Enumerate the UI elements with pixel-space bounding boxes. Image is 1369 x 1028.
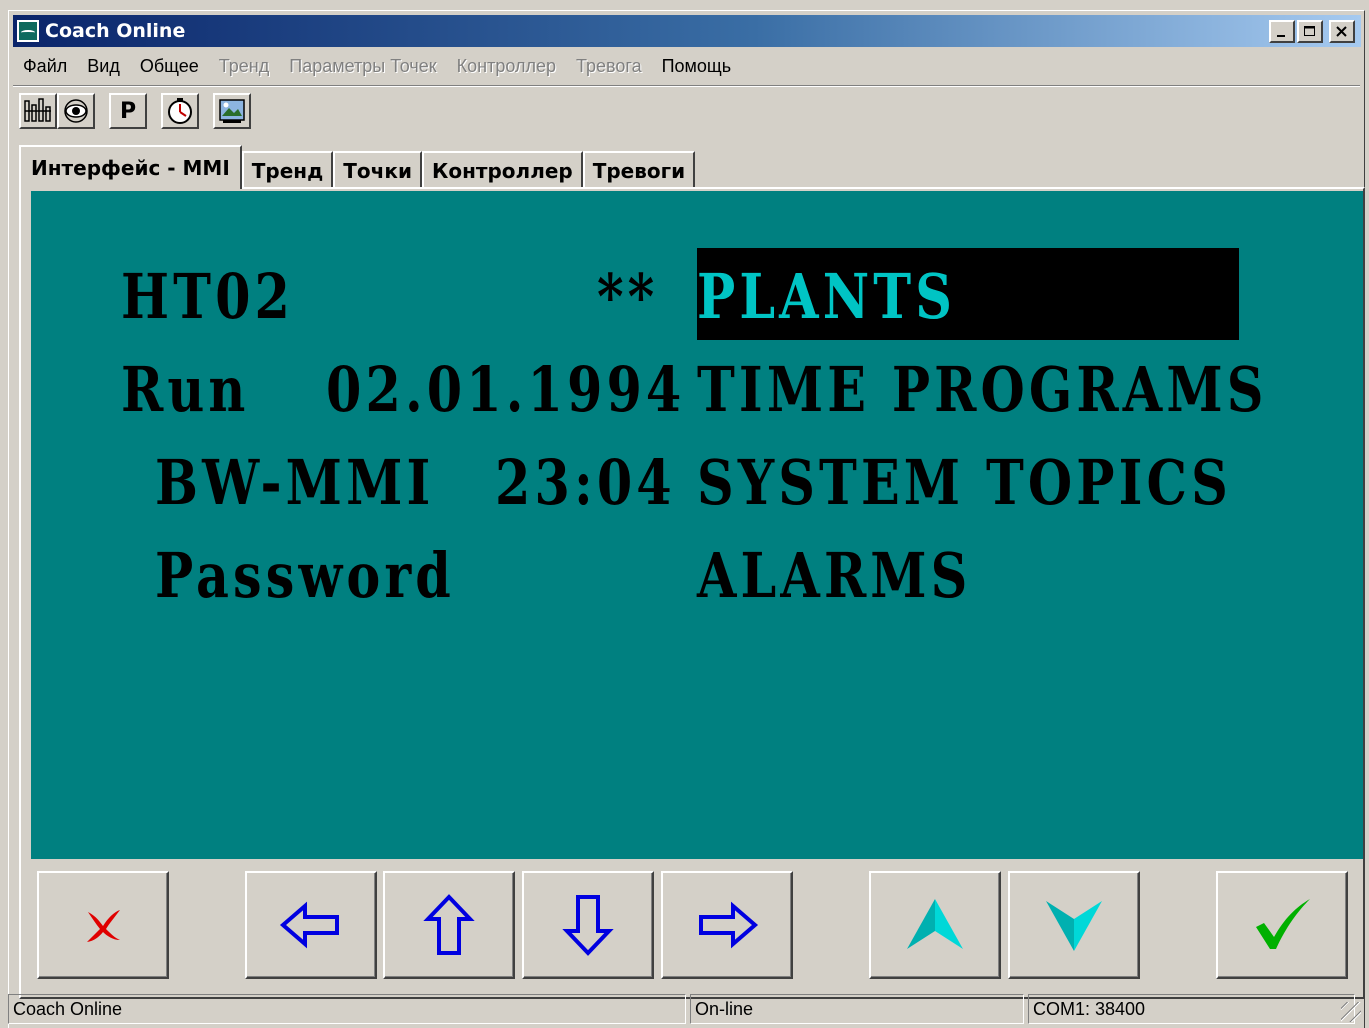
minimize-icon (1277, 34, 1285, 37)
keypad (31, 861, 1363, 991)
status-marker: ** (597, 260, 659, 333)
status-port: COM1: 38400 (1028, 994, 1355, 1024)
window-title: Coach Online (45, 20, 186, 42)
close-button[interactable] (1329, 20, 1355, 43)
maximize-button[interactable] (1297, 20, 1323, 43)
confirm-check-icon (1256, 899, 1310, 949)
down-button[interactable] (522, 871, 654, 979)
menu-alarm[interactable]: Тревога (566, 56, 652, 77)
status-connection: On-line (690, 994, 1024, 1024)
tab-mmi[interactable]: Интерфейс - MMI (19, 145, 242, 189)
left-button[interactable] (245, 871, 377, 979)
window-controls (1269, 20, 1355, 43)
clock-icon (168, 98, 192, 124)
view-button[interactable] (57, 93, 95, 129)
cancel-x-icon (87, 910, 120, 942)
arrow-up-icon (423, 894, 475, 955)
app-icon (17, 20, 39, 42)
main-window: Coach Online Файл Вид Общее Тренд Параме… (8, 10, 1365, 1028)
menu-general[interactable]: Общее (130, 56, 209, 77)
close-icon (1336, 25, 1347, 37)
menu-separator (13, 85, 1360, 87)
menu-view[interactable]: Вид (77, 56, 130, 77)
tab-controller[interactable]: Контроллер (421, 151, 583, 189)
title-bar[interactable]: Coach Online (13, 15, 1361, 47)
device-name: HT02 (121, 260, 295, 333)
unit-label: BW-MMI (155, 446, 435, 519)
tab-trend[interactable]: Тренд (241, 151, 334, 189)
menu-help[interactable]: Помощь (652, 56, 742, 77)
menu-trend[interactable]: Тренд (209, 56, 279, 77)
menu-bar: Файл Вид Общее Тренд Параметры Точек Кон… (13, 51, 741, 81)
maximize-icon (1304, 25, 1315, 36)
decrease-icon (1046, 901, 1102, 951)
increase-button[interactable] (869, 871, 1001, 979)
menu-file[interactable]: Файл (13, 56, 77, 77)
tab-alarms[interactable]: Тревоги (582, 151, 696, 189)
password-label[interactable]: Password (155, 545, 455, 607)
parameters-icon: P (119, 98, 137, 124)
menu-item-alarms[interactable]: ALARMS (697, 545, 971, 607)
tab-strip: Интерфейс - MMI Тренд Точки Контроллер Т… (19, 145, 696, 189)
picture-icon (219, 99, 245, 123)
minimize-button[interactable] (1269, 20, 1295, 43)
menu-point-parameters[interactable]: Параметры Точек (279, 56, 446, 77)
mode-label: Run (121, 353, 250, 426)
connect-icon (24, 98, 51, 122)
arrow-left-icon (279, 901, 339, 949)
clock-button[interactable] (161, 93, 199, 129)
up-button[interactable] (383, 871, 515, 979)
mmi-display: HT02 ** PLANTS Run 02.01.1994 TIME PROGR… (31, 191, 1363, 859)
date-value: 02.01.1994 (326, 353, 686, 426)
confirm-button[interactable] (1216, 871, 1348, 979)
menu-item-plants[interactable]: PLANTS (697, 266, 956, 328)
arrow-right-icon (699, 901, 759, 949)
menu-item-system-topics[interactable]: SYSTEM TOPICS (697, 452, 1232, 514)
tab-points[interactable]: Точки (333, 151, 422, 189)
time-value: 23:04 (495, 446, 676, 519)
toolbar: P (19, 91, 251, 131)
eye-icon (64, 99, 88, 123)
parameters-button[interactable]: P (109, 93, 147, 129)
status-app: Coach Online (8, 994, 686, 1024)
status-bar: Coach Online On-line COM1: 38400 (8, 994, 1363, 1024)
picture-button[interactable] (213, 93, 251, 129)
decrease-button[interactable] (1008, 871, 1140, 979)
increase-icon (907, 899, 963, 949)
resize-grip[interactable] (1341, 1002, 1361, 1022)
right-button[interactable] (661, 871, 793, 979)
menu-controller[interactable]: Контроллер (447, 56, 566, 77)
arrow-down-icon (562, 895, 614, 956)
cancel-button[interactable] (37, 871, 169, 979)
menu-item-time-programs[interactable]: TIME PROGRAMS (697, 359, 1268, 421)
connect-button[interactable] (19, 93, 57, 129)
